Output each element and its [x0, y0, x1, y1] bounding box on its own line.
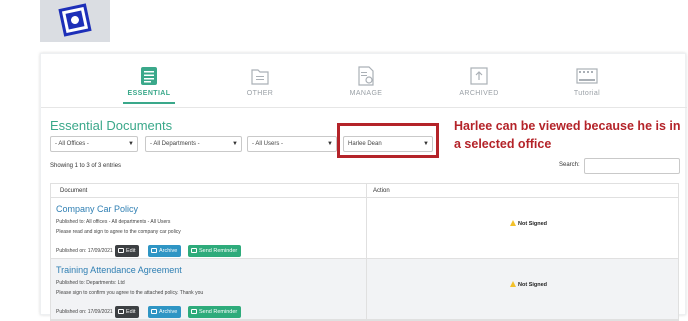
departments-select-value: - All Departments - — [150, 141, 200, 147]
chevron-down-icon: ▼ — [327, 141, 333, 147]
warning-icon — [510, 220, 516, 226]
document-title-link[interactable]: Company Car Policy — [56, 204, 138, 214]
edit-button[interactable]: Edit — [115, 245, 140, 257]
video-player-icon — [576, 68, 598, 84]
table-header: Document Action — [51, 184, 678, 198]
search-label: Search: — [559, 162, 580, 168]
documents-card: ESSENTIAL OTHER MANAGE ARCHIVED Tutorial… — [40, 53, 687, 321]
archive-icon — [151, 248, 157, 253]
envelope-icon — [191, 309, 197, 314]
chevron-down-icon: ▼ — [128, 141, 134, 147]
users-select-value: - All Users - — [252, 141, 284, 147]
archive-button[interactable]: Archive — [148, 245, 182, 257]
archive-icon — [151, 309, 157, 314]
tab-manage[interactable]: MANAGE — [326, 66, 406, 97]
users-select[interactable]: - All Users - ▼ — [247, 136, 337, 152]
tab-archived[interactable]: ARCHIVED — [439, 66, 519, 97]
status-badge: Not Signed — [510, 220, 547, 227]
documents-table: Document Action Company Car Policy Publi… — [50, 183, 679, 321]
send-reminder-button[interactable]: Send Reminder — [188, 306, 242, 318]
tab-label: MANAGE — [349, 90, 383, 97]
status-badge: Not Signed — [510, 281, 547, 288]
tab-label: ARCHIVED — [459, 90, 499, 97]
tab-label: Tutorial — [573, 90, 601, 97]
page-title: Essential Documents — [50, 118, 173, 133]
envelope-icon — [191, 248, 197, 253]
edit-icon — [118, 248, 124, 253]
tab-bar: ESSENTIAL OTHER MANAGE ARCHIVED Tutorial — [41, 54, 687, 108]
document-list-icon — [141, 67, 157, 85]
published-on: Published on: 17/09/2021 — [56, 309, 113, 315]
offices-select-value: - All Offices - — [55, 141, 89, 147]
company-logo — [40, 0, 110, 42]
chevron-down-icon: ▼ — [232, 141, 238, 147]
column-header-document[interactable]: Document — [60, 188, 87, 194]
tab-other[interactable]: OTHER — [220, 66, 300, 97]
offices-select[interactable]: - All Offices - ▼ — [50, 136, 138, 152]
table-row: Training Attendance Agreement Published … — [51, 259, 678, 320]
annotation-text: Harlee can be viewed because he is in a … — [454, 119, 681, 151]
tab-tutorial[interactable]: Tutorial — [547, 66, 627, 97]
highlight-box — [337, 123, 439, 158]
document-description: Please sign to confirm you agree to the … — [56, 290, 204, 296]
document-description: Please read and sign to agree to the com… — [56, 229, 181, 235]
warning-icon — [510, 281, 516, 287]
table-row: Company Car Policy Published to: All off… — [51, 198, 678, 259]
search-input[interactable] — [584, 158, 680, 174]
tab-essential[interactable]: ESSENTIAL — [109, 66, 189, 104]
table-info: Showing 1 to 3 of 3 entries — [50, 163, 122, 169]
column-header-action[interactable]: Action — [373, 188, 390, 194]
tab-label: ESSENTIAL — [127, 90, 171, 97]
folder-icon — [251, 69, 269, 85]
departments-select[interactable]: - All Departments - ▼ — [145, 136, 242, 152]
archive-button[interactable]: Archive — [148, 306, 182, 318]
archive-upload-icon — [470, 67, 488, 85]
published-to: Published to: Departments: Ltd — [56, 280, 125, 286]
edit-button[interactable]: Edit — [115, 306, 140, 318]
send-reminder-button[interactable]: Send Reminder — [188, 245, 242, 257]
document-title-link[interactable]: Training Attendance Agreement — [56, 265, 182, 275]
document-gear-icon — [358, 66, 374, 86]
published-to: Published to: All offices - All departme… — [56, 219, 171, 225]
tab-label: OTHER — [246, 90, 274, 97]
published-on: Published on: 17/09/2021 — [56, 248, 113, 254]
edit-icon — [118, 309, 124, 314]
